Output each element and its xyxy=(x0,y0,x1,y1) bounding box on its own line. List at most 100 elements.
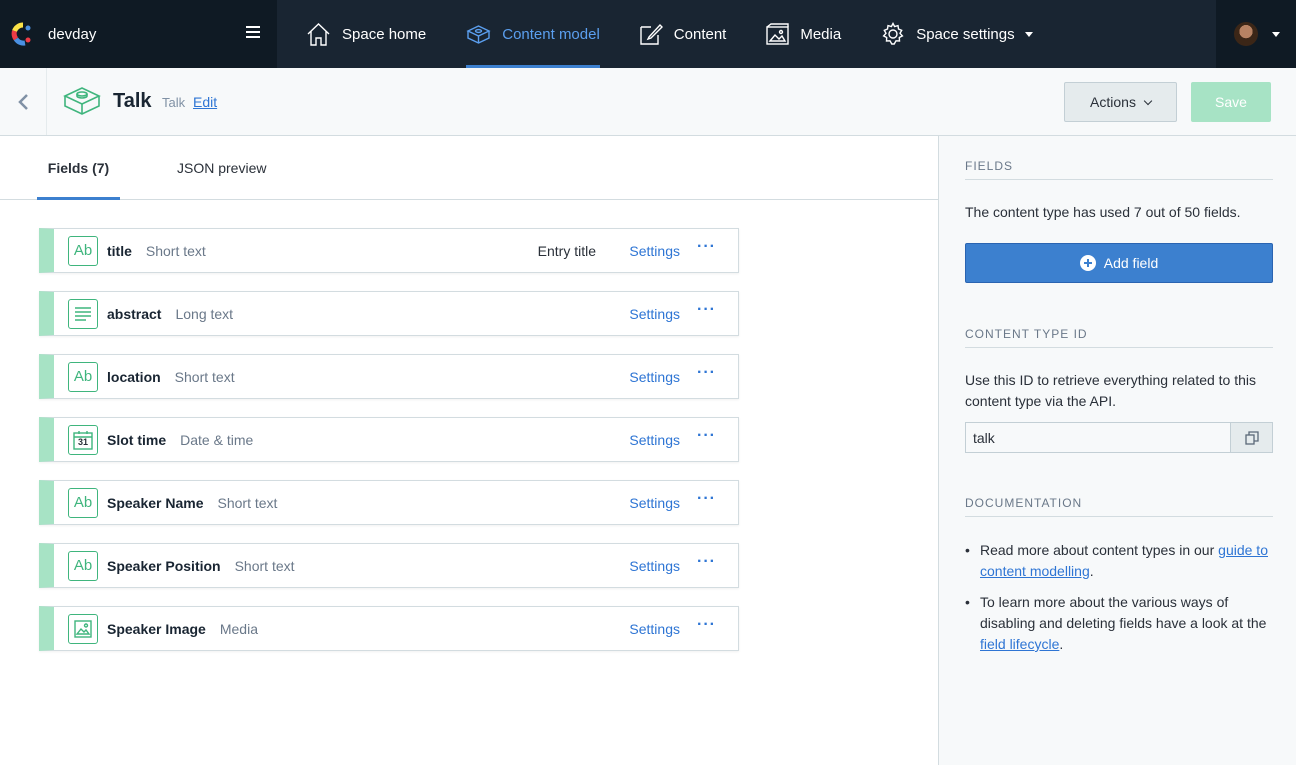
home-icon xyxy=(307,22,330,46)
add-field-button[interactable]: Add field xyxy=(965,243,1273,283)
chevron-down-icon xyxy=(1024,31,1033,37)
field-name: location xyxy=(107,368,161,385)
chevron-down-icon xyxy=(1143,96,1153,105)
fields-usage-text: The content type has used 7 out of 50 fi… xyxy=(965,204,1241,220)
field-name: Speaker Position xyxy=(107,557,221,574)
text-icon: Ab xyxy=(68,550,98,581)
content-type-id-input[interactable] xyxy=(965,422,1230,453)
field-settings-link[interactable]: Settings xyxy=(629,432,680,448)
nav-label: Space home xyxy=(342,25,427,43)
field-type: Date & time xyxy=(180,431,254,448)
content-icon xyxy=(640,23,663,45)
edit-link[interactable]: Edit xyxy=(193,94,217,110)
space-switcher[interactable]: devday xyxy=(0,0,277,68)
field-lifecycle-link[interactable]: field lifecycle xyxy=(980,636,1059,652)
field-row[interactable]: 31 Slot time Date & time Settings ··· xyxy=(39,417,739,462)
doc-text: . xyxy=(1089,563,1094,579)
gear-icon xyxy=(882,22,904,45)
text-icon: Ab xyxy=(68,487,98,518)
top-navigation: devday Space home Content model Content … xyxy=(0,0,1296,68)
space-name: devday xyxy=(48,25,97,43)
doc-text: . xyxy=(1059,636,1064,652)
field-settings-link[interactable]: Settings xyxy=(629,306,680,322)
documentation-heading: DOCUMENTATION xyxy=(965,496,1273,517)
content-type-header: Talk Talk Edit Actions Save xyxy=(0,68,1296,136)
list-item: To learn more about the various ways of … xyxy=(965,592,1275,655)
entry-title-badge: Entry title xyxy=(537,242,596,259)
avatar xyxy=(1234,22,1258,46)
nav-label: Space settings xyxy=(916,25,1015,43)
plus-circle-icon xyxy=(1079,255,1096,271)
actions-button[interactable]: Actions xyxy=(1064,82,1177,122)
save-button[interactable]: Save xyxy=(1191,82,1271,122)
content-type-id-heading: CONTENT TYPE ID xyxy=(965,327,1273,348)
back-button[interactable] xyxy=(0,68,47,135)
field-type: Long text xyxy=(175,305,234,322)
field-row[interactable]: Ab Speaker Position Short text Settings … xyxy=(39,543,739,588)
long-text-icon xyxy=(68,298,98,329)
sidebar: FIELDS The content type has used 7 out o… xyxy=(938,136,1296,765)
nav-label: Content model xyxy=(502,25,600,43)
tab-fields[interactable]: Fields (7) xyxy=(37,136,120,200)
more-options-icon[interactable]: ··· xyxy=(697,301,716,319)
content-type-name: Talk xyxy=(162,95,186,110)
field-name: title xyxy=(107,242,132,259)
field-settings-link[interactable]: Settings xyxy=(629,243,680,259)
nav-label: Media xyxy=(800,25,842,43)
fields-heading: FIELDS xyxy=(965,159,1273,180)
text-icon: Ab xyxy=(68,361,98,392)
tab-bar: Fields (7) JSON preview xyxy=(0,136,938,200)
field-name: abstract xyxy=(107,305,162,322)
nav-content-model[interactable]: Content model xyxy=(466,0,600,68)
nav-space-settings[interactable]: Space settings xyxy=(881,0,1033,68)
field-list: Ab title Short text Entry title Settings… xyxy=(39,228,739,669)
field-type: Short text xyxy=(174,368,235,385)
more-options-icon[interactable]: ··· xyxy=(697,490,716,508)
hamburger-menu-icon[interactable] xyxy=(246,26,260,38)
field-settings-link[interactable]: Settings xyxy=(629,495,680,511)
page-title: Talk xyxy=(113,90,152,112)
field-type: Media xyxy=(219,620,258,637)
more-options-icon[interactable]: ··· xyxy=(697,427,716,445)
more-options-icon[interactable]: ··· xyxy=(697,364,716,382)
media-icon xyxy=(766,22,790,45)
text-icon: Ab xyxy=(68,235,98,266)
copy-icon xyxy=(1244,430,1259,445)
actions-label: Actions xyxy=(1090,94,1136,110)
more-options-icon[interactable]: ··· xyxy=(697,616,716,634)
field-settings-link[interactable]: Settings xyxy=(629,621,680,637)
field-row[interactable]: Ab title Short text Entry title Settings… xyxy=(39,228,739,273)
chevron-left-icon xyxy=(18,93,28,110)
content-type-icon xyxy=(63,87,101,115)
field-row[interactable]: Ab location Short text Settings ··· xyxy=(39,354,739,399)
field-name: Speaker Image xyxy=(107,620,206,637)
account-menu[interactable] xyxy=(1216,0,1296,68)
calendar-day: 31 xyxy=(78,436,89,447)
copy-button[interactable] xyxy=(1230,422,1273,453)
field-settings-link[interactable]: Settings xyxy=(629,558,680,574)
list-item: Read more about content types in our gui… xyxy=(965,540,1275,582)
content-type-id-text: Use this ID to retrieve everything relat… xyxy=(965,372,1257,409)
doc-text: Read more about content types in our xyxy=(980,542,1219,558)
media-icon xyxy=(68,613,98,644)
doc-text: To learn more about the various ways of … xyxy=(980,594,1267,631)
field-row[interactable]: Ab Speaker Name Short text Settings ··· xyxy=(39,480,739,525)
field-row[interactable]: Speaker Image Media Settings ··· xyxy=(39,606,739,651)
nav-space-home[interactable]: Space home xyxy=(306,0,426,68)
field-name: Slot time xyxy=(107,431,167,448)
field-row[interactable]: abstract Long text Settings ··· xyxy=(39,291,739,336)
more-options-icon[interactable]: ··· xyxy=(697,553,716,571)
add-field-label: Add field xyxy=(1103,255,1159,271)
nav-media[interactable]: Media xyxy=(766,0,841,68)
field-type: Short text xyxy=(217,494,278,511)
chevron-down-icon xyxy=(1272,31,1280,37)
calendar-icon: 31 xyxy=(68,424,98,455)
field-type: Short text xyxy=(234,557,295,574)
field-type: Short text xyxy=(145,242,206,259)
more-options-icon[interactable]: ··· xyxy=(697,238,716,256)
nav-label: Content xyxy=(673,25,727,43)
nav-content[interactable]: Content xyxy=(639,0,727,68)
field-settings-link[interactable]: Settings xyxy=(629,369,680,385)
tab-json-preview[interactable]: JSON preview xyxy=(177,136,266,199)
main-nav: Space home Content model Content Media S… xyxy=(277,0,1033,68)
